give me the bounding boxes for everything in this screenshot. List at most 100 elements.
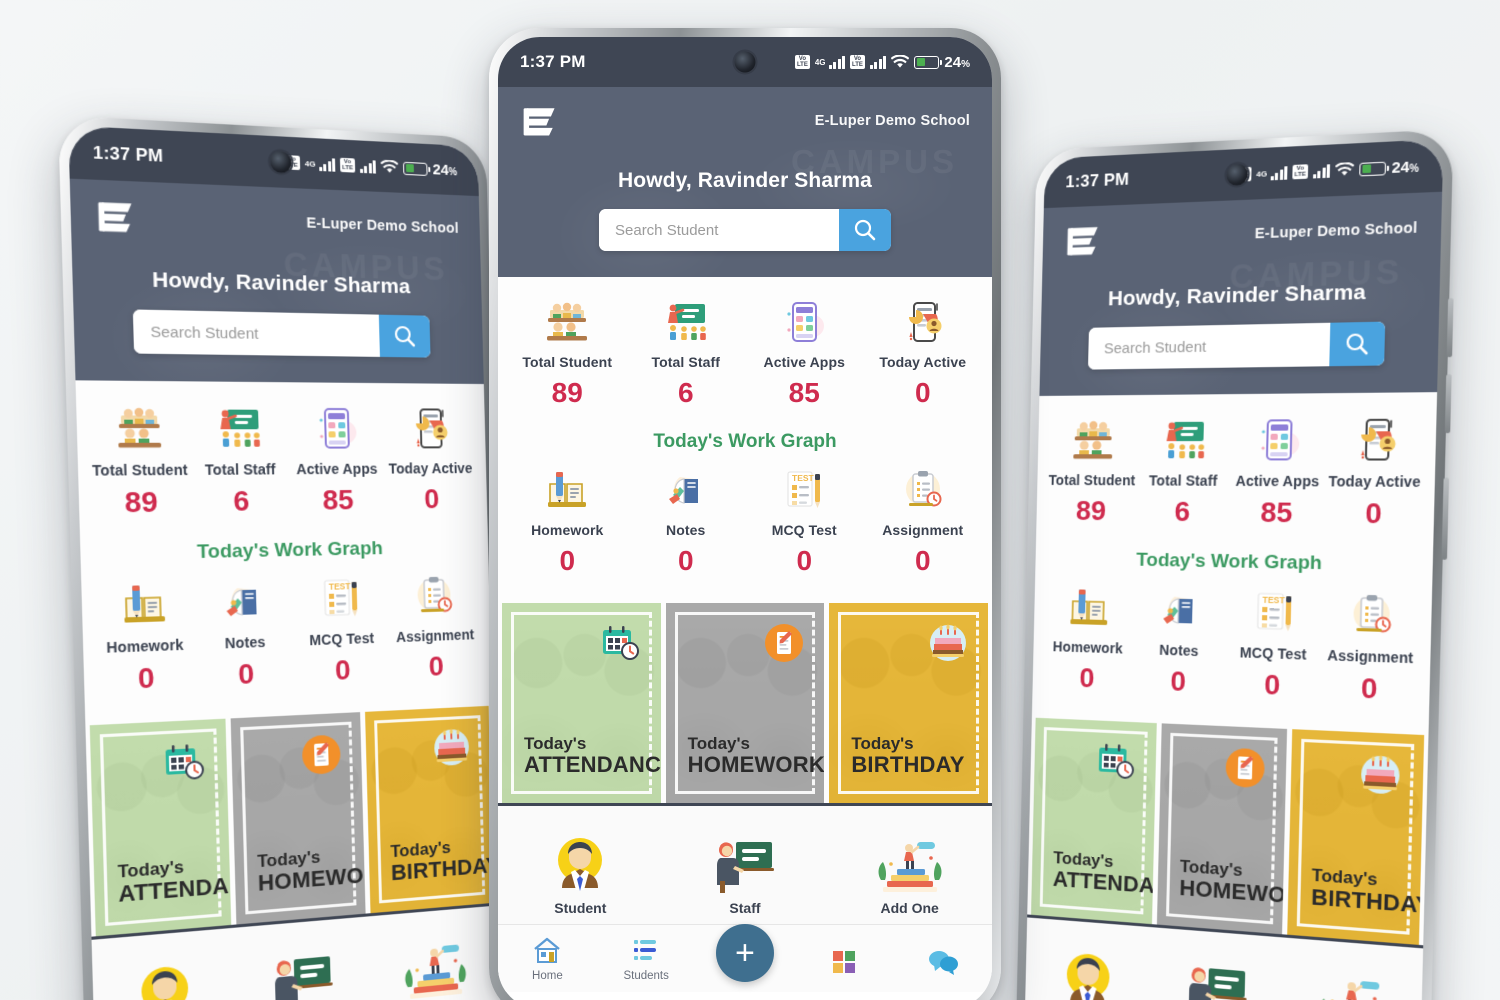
battery-percent-label: 24% (432, 160, 458, 179)
quick-link-add-one[interactable]: Add One (369, 927, 500, 1000)
svg-text:TEST: TEST (1262, 595, 1285, 605)
tab-students[interactable]: Students (597, 933, 696, 982)
stat-active-apps[interactable]: Active Apps 85 (287, 405, 385, 517)
quick-link-student[interactable]: Student (498, 828, 663, 916)
quick-link-student[interactable]: Student (1025, 939, 1153, 1000)
e-luper-logo-icon[interactable] (94, 194, 138, 238)
promo-card-birthday[interactable]: Today's BIRTHDAY (829, 603, 989, 803)
work-item-mcq-test[interactable]: TEST MCQ Test 0 (1224, 588, 1322, 704)
stat-total-staff[interactable]: Total Staff 6 (627, 299, 746, 409)
work-item-assignment[interactable]: Assignment 0 (864, 467, 983, 577)
search-input[interactable] (132, 309, 380, 357)
promo-card-attendance[interactable]: Today's ATTENDANCE (502, 603, 661, 803)
promo-cards-row: Today's ATTENDANCE (498, 603, 992, 803)
search-button[interactable] (839, 209, 891, 251)
volte-icon-2: Vo LTE (1292, 164, 1309, 180)
stat-total-student[interactable]: Total Student 89 (508, 299, 627, 409)
promo-card-birthday[interactable]: Today's BIRTHDAY (1287, 729, 1425, 945)
quick-link-staff[interactable]: Staff (234, 939, 372, 1000)
promo-text: Today's HOMEWORK (666, 735, 825, 803)
e-luper-logo-icon[interactable] (520, 101, 560, 141)
staff-board-icon (234, 939, 371, 1000)
work-item-mcq-test[interactable]: TEST MCQ Test 0 (745, 467, 864, 577)
promo-card-attendance[interactable]: Today's ATTENDANCE (89, 718, 232, 937)
work-item-value: 0 (1079, 662, 1095, 694)
stat-active-apps[interactable]: Active Apps 85 (1229, 416, 1327, 530)
work-item-label: Notes (1159, 641, 1199, 660)
status-bar: 1:37 PM VoLTE 4G VoLTE 24% (498, 37, 992, 87)
search-input[interactable] (599, 209, 839, 251)
tab-add[interactable]: + (696, 924, 795, 982)
book-pencil-icon (1043, 584, 1134, 632)
stat-today-active[interactable]: Today Active 0 (1324, 415, 1426, 531)
volume-down-button[interactable] (1444, 374, 1452, 434)
status-bar-icons: VoLTE 4G VoLTE 24% (1235, 157, 1419, 183)
stat-value: 85 (322, 483, 355, 516)
quick-link-staff[interactable]: Staff (663, 828, 828, 916)
work-item-label: Homework (106, 636, 184, 656)
work-item-label: Notes (224, 633, 266, 652)
work-item-value: 0 (334, 653, 351, 686)
work-item-homework[interactable]: Homework 0 (1042, 584, 1134, 696)
work-item-assignment[interactable]: Assignment 0 (1320, 590, 1421, 708)
phone-mockup-left: 1:37 PM Vo LTE 4G Vo LTE 24% CAMPUS E-Lu… (58, 115, 511, 1000)
greeting-text: Howdy, Ravinder Sharma (1107, 280, 1367, 311)
quick-link-staff[interactable]: Staff (1151, 949, 1285, 1000)
work-item-assignment[interactable]: Assignment 0 (387, 572, 482, 685)
promo-card-homework[interactable]: Today's HOMEWORK (230, 712, 366, 925)
stat-today-active[interactable]: Today Active 0 (864, 299, 983, 409)
phone-screen-right: 1:37 PM VoLTE 4G VoLTE 24% CAMPUS (1024, 138, 1444, 1000)
mobile-app-icon (745, 299, 864, 345)
volte-icon-2: Vo LTE (339, 157, 356, 173)
magnifier-icon (854, 219, 876, 241)
e-luper-logo-icon[interactable] (1064, 220, 1104, 261)
stat-label: Today Active (1328, 472, 1421, 491)
work-item-value: 0 (428, 650, 445, 682)
search-button[interactable] (1329, 321, 1386, 367)
work-item-value: 0 (237, 657, 255, 691)
quick-link-add-one[interactable]: Add One (1283, 960, 1423, 1000)
stat-total-staff[interactable]: Total Staff 6 (189, 404, 291, 518)
search-button[interactable] (378, 314, 431, 358)
stat-total-student[interactable]: Total Student 89 (87, 404, 192, 520)
stat-label: Active Apps (1235, 472, 1320, 490)
tab-chat[interactable] (893, 945, 992, 982)
stat-today-active[interactable]: Today Active 0 (383, 405, 478, 516)
stat-value: 6 (1174, 495, 1191, 528)
header-top-row: E-Luper Demo School (520, 101, 970, 141)
volte-icon-1: VoLTE (794, 55, 810, 69)
status-bar-time: 1:37 PM (92, 142, 164, 166)
work-item-notes[interactable]: Notes 0 (627, 467, 746, 577)
stat-total-student[interactable]: Total Student 89 (1046, 417, 1139, 527)
work-item-homework[interactable]: Homework 0 (92, 579, 197, 698)
work-item-mcq-test[interactable]: TEST MCQ Test 0 (292, 574, 390, 689)
quick-link-add-one[interactable]: Add One (827, 828, 992, 916)
tab-apps[interactable] (794, 945, 893, 982)
power-button[interactable] (1441, 477, 1450, 560)
promo-card-homework[interactable]: Today's HOMEWORK (665, 603, 825, 803)
work-item-homework[interactable]: Homework 0 (508, 467, 627, 577)
app-body: Total Student 89 Total Staff 6 Active Ap… (498, 277, 992, 992)
work-item-notes[interactable]: Notes 0 (1132, 586, 1227, 700)
promo-card-birthday[interactable]: Today's BIRTHDAY (365, 705, 494, 914)
volume-up-button[interactable] (1446, 297, 1454, 358)
battery-icon (403, 161, 428, 176)
promo-card-attendance[interactable]: Today's ATTENDANCE (1031, 717, 1157, 925)
clipboard-clock-icon (1322, 590, 1422, 640)
stat-active-apps[interactable]: Active Apps 85 (745, 299, 864, 409)
wifi-icon (891, 55, 910, 68)
tab-home[interactable]: Home (498, 933, 597, 982)
network-type-label: 4G (1256, 168, 1268, 179)
promo-line2: HOMEWORK (687, 751, 825, 777)
quick-link-student[interactable]: Student (92, 950, 236, 1000)
signal-bars-icon-1 (318, 157, 336, 172)
promo-card-homework[interactable]: Today's HOMEWORK (1156, 723, 1288, 935)
search-input[interactable] (1087, 322, 1331, 370)
work-item-label: Assignment (882, 522, 964, 538)
plus-fab-icon[interactable]: + (715, 924, 774, 982)
work-item-label: Assignment (1327, 646, 1414, 667)
work-item-notes[interactable]: Notes 0 (194, 576, 295, 693)
book-pencil-icon (508, 467, 627, 513)
student-avatar-icon (498, 828, 663, 894)
stat-total-staff[interactable]: Total Staff 6 (1136, 417, 1231, 529)
